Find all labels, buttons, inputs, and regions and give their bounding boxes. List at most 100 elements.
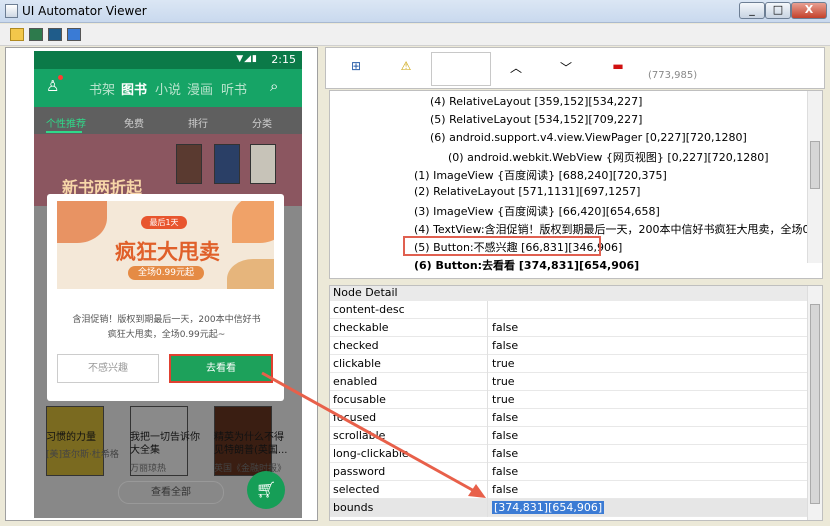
expand-all-icon[interactable]: ⊞ [346, 59, 366, 73]
promo-tag: 全场0.99元起 [128, 266, 204, 280]
open-folder-icon[interactable] [10, 28, 24, 41]
window-title: UI Automator Viewer [22, 4, 147, 18]
property-key: checked [333, 339, 379, 352]
promo-message: 含泪促销！版权到期最后一天，200本中信好书疯狂大甩卖，全场0.99元起~ [72, 315, 261, 340]
inspector-pane: ⊞ ⚠ ︿ ﹀ ▬ (773,985) (4) RelativeLayout [… [325, 47, 825, 521]
device-screenshot-compressed-icon[interactable] [48, 28, 62, 41]
status-time: 2:15 [271, 53, 296, 66]
scroll-thumb[interactable] [810, 304, 820, 504]
tree-node[interactable]: (0) android.webkit.WebView {网页视图} [0,227… [448, 149, 769, 165]
app-header: ♙ 书架 图书 小说 漫画 听书 ⌕ [34, 69, 302, 107]
detail-vertical-scrollbar[interactable] [807, 286, 822, 520]
leaf-decoration [227, 259, 274, 289]
book-title[interactable]: 我把一切告诉你 大全集 [130, 431, 200, 457]
property-key: focused [333, 411, 377, 424]
subtab-recommend[interactable]: 个性推荐 [46, 115, 86, 130]
banner-book [176, 144, 202, 184]
minimize-button[interactable]: _ [739, 2, 765, 19]
property-value: false [492, 411, 519, 424]
property-value: true [492, 357, 515, 370]
property-row-selected[interactable]: bounds [374,831][654,906] [330, 499, 808, 517]
property-row[interactable]: selected false [330, 481, 808, 499]
property-value: [374,831][654,906] [492, 501, 605, 514]
property-row[interactable]: enabled true [330, 373, 808, 391]
tree-node[interactable]: (3) ImageView {百度阅读} [66,420][654,658] [414, 203, 660, 219]
device-screen[interactable]: ▼◢▮ 2:15 ♙ 书架 图书 小说 漫画 听书 ⌕ 个性推荐 免费 排行 分… [34, 51, 302, 518]
node-search-field[interactable] [431, 52, 491, 86]
property-row[interactable]: long-clickable false [330, 445, 808, 463]
tree-node[interactable]: (5) RelativeLayout [534,152][709,227] [430, 113, 642, 126]
property-key: checkable [333, 321, 389, 334]
maximize-button[interactable]: □ [765, 2, 791, 19]
property-value: true [492, 375, 515, 388]
node-detail-title: Node Detail [330, 286, 822, 301]
leaf-decoration [57, 201, 107, 243]
tab-comics[interactable]: 漫画 [187, 79, 213, 98]
not-interested-button[interactable]: 不感兴趣 [57, 354, 159, 383]
leaf-decoration [232, 201, 274, 243]
tab-novels[interactable]: 小说 [155, 79, 181, 98]
property-key: long-clickable [333, 447, 409, 460]
property-value: false [492, 483, 519, 496]
property-value: false [492, 447, 519, 460]
clear-icon[interactable]: ▬ [608, 59, 628, 73]
app-icon [5, 4, 18, 18]
promo-headline: 疯狂大甩卖 [115, 240, 220, 264]
property-row[interactable]: focusable true [330, 391, 808, 409]
cart-icon[interactable]: 🛒︎ [247, 471, 285, 509]
signal-icon: ▼◢▮ [236, 54, 258, 64]
property-key: bounds [333, 501, 374, 514]
close-button[interactable]: X [791, 2, 827, 19]
search-icon[interactable]: ⌕ [270, 77, 278, 95]
book-author: 万丽琼热 [130, 464, 167, 474]
tree-node[interactable]: (2) RelativeLayout [571,1131][697,1257] [414, 185, 640, 198]
banner-book [250, 144, 276, 184]
property-key: selected [333, 483, 380, 496]
property-row[interactable]: checkable false [330, 319, 808, 337]
selected-node-highlight [403, 236, 601, 256]
tree-node[interactable]: (4) TextView:含泪促销！版权到期最后一天，200本中信好书疯狂大甩卖… [414, 221, 822, 237]
promo-badge: 最后1天 [141, 216, 187, 229]
title-bar: UI Automator Viewer _ □ X [0, 0, 830, 23]
property-row[interactable]: checked false [330, 337, 808, 355]
user-icon[interactable]: ♙ [46, 77, 59, 95]
go-see-button[interactable]: 去看看 [169, 354, 273, 383]
tab-bookshelf[interactable]: 书架 [89, 79, 115, 98]
notification-dot [58, 75, 63, 80]
tree-node-selected[interactable]: (6) Button:去看看 [374,831][654,906] [414, 257, 639, 273]
property-value: false [492, 465, 519, 478]
property-key: scrollable [333, 429, 386, 442]
property-row[interactable]: scrollable false [330, 427, 808, 445]
property-row[interactable]: focused false [330, 409, 808, 427]
tab-audiobooks[interactable]: 听书 [221, 79, 247, 98]
property-key: password [333, 465, 386, 478]
property-key: clickable [333, 357, 381, 370]
property-key: focusable [333, 393, 386, 406]
device-screenshot-icon[interactable] [29, 28, 43, 41]
chevron-up-icon[interactable]: ︿ [506, 59, 526, 76]
tree-node[interactable]: (4) RelativeLayout [359,152][534,227] [430, 95, 642, 108]
property-value: true [492, 393, 515, 406]
save-icon[interactable] [67, 28, 81, 41]
promo-dialog: 最后1天 疯狂大甩卖 全场0.99元起 含泪促销！版权到期最后一天，200本中信… [47, 194, 284, 401]
status-bar: ▼◢▮ 2:15 [34, 51, 302, 69]
view-all-button[interactable]: 查看全部 [118, 481, 224, 504]
cursor-coordinates: (773,985) [648, 70, 698, 81]
subtab-category[interactable]: 分类 [252, 115, 272, 130]
subtab-ranking[interactable]: 排行 [188, 115, 208, 130]
property-row[interactable]: clickable true [330, 355, 808, 373]
main-toolbar [0, 24, 830, 46]
screenshot-pane: ▼◢▮ 2:15 ♙ 书架 图书 小说 漫画 听书 ⌕ 个性推荐 免费 排行 分… [5, 47, 318, 521]
tab-books[interactable]: 图书 [121, 79, 147, 98]
tree-node[interactable]: (6) android.support.v4.view.ViewPager [0… [430, 131, 747, 144]
subtab-free[interactable]: 免费 [124, 115, 144, 130]
warning-icon[interactable]: ⚠ [396, 59, 416, 73]
property-row[interactable]: content-desc [330, 301, 808, 319]
property-row[interactable]: password false [330, 463, 808, 481]
scroll-thumb[interactable] [810, 141, 820, 189]
book-title[interactable]: 精英为什么不得见特朗普(英国... [214, 431, 292, 457]
tree-vertical-scrollbar[interactable] [807, 91, 822, 263]
chevron-down-icon[interactable]: ﹀ [556, 59, 576, 76]
book-title[interactable]: 习惯的力量 [46, 431, 116, 444]
tree-node[interactable]: (1) ImageView {百度阅读} [688,240][720,375] [414, 167, 667, 183]
